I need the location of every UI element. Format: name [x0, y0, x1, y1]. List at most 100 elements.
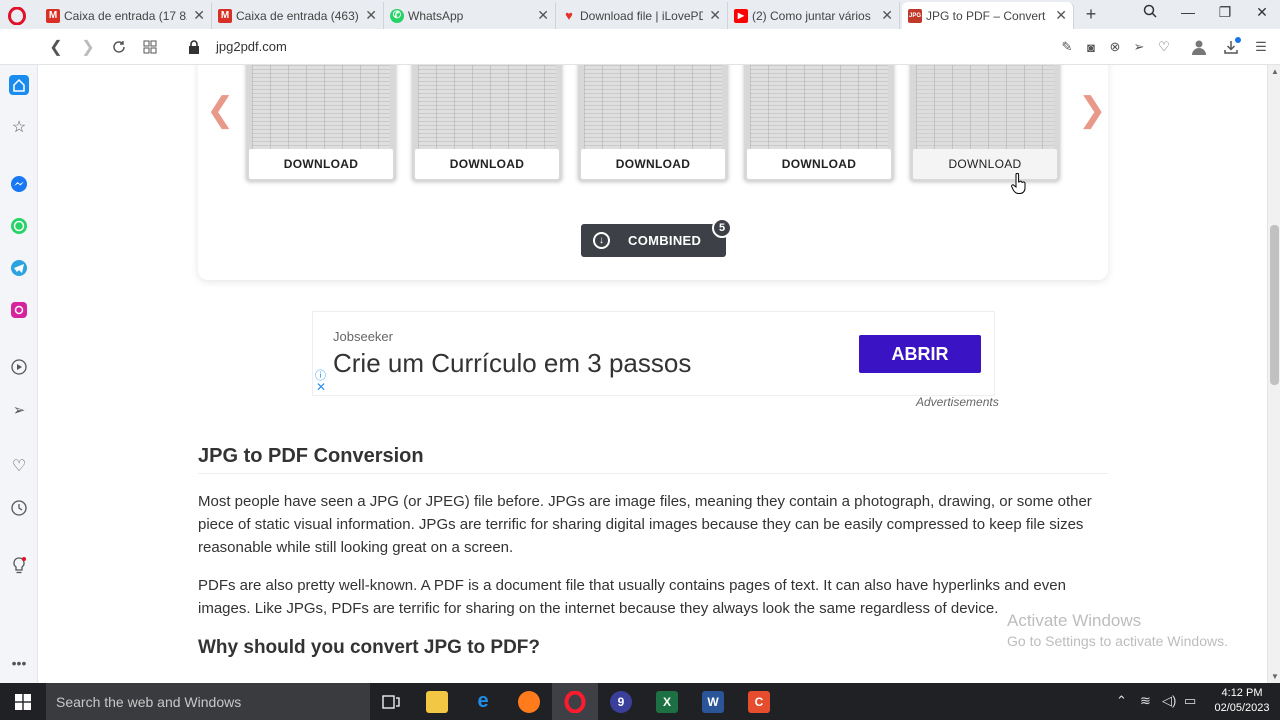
- ad-headline[interactable]: Crie um Currículo em 3 passos: [333, 348, 691, 379]
- ad-close-icon[interactable]: ✕: [316, 380, 326, 394]
- taskbar-search[interactable]: Search the web and Windows: [46, 683, 370, 720]
- thumbnail-1: ✕ DOWNLOAD: [246, 65, 396, 181]
- scroll-down-icon[interactable]: ▼: [1271, 672, 1279, 681]
- back-button[interactable]: ❮: [46, 37, 66, 57]
- opera-menu-button[interactable]: [6, 5, 28, 27]
- scroll-thumb[interactable]: [1270, 225, 1279, 385]
- opera-logo-icon: [8, 7, 26, 25]
- bookmarks-heart-icon[interactable]: ♡: [9, 456, 29, 476]
- page-content: ❮ ❯ ✕ DOWNLOAD ✕ DOWNLOAD ✕ DOWNLOAD ✕ D…: [38, 65, 1267, 683]
- close-tab-icon[interactable]: ✕: [537, 7, 549, 24]
- profile-icon[interactable]: [1190, 38, 1208, 56]
- ilovepdf-icon: ♥: [565, 8, 573, 23]
- close-tab-icon[interactable]: ✕: [881, 7, 893, 24]
- scroll-up-icon[interactable]: ▲: [1271, 67, 1279, 76]
- forward-button[interactable]: ❯: [78, 37, 98, 57]
- edit-icon[interactable]: ✎: [1058, 38, 1076, 56]
- ad-open-button[interactable]: ABRIR: [859, 335, 981, 373]
- minimize-button[interactable]: —: [1178, 4, 1198, 20]
- ad-label: Advertisements: [916, 395, 999, 409]
- network-icon[interactable]: ≋: [1140, 693, 1151, 709]
- excel-icon[interactable]: X: [644, 683, 690, 720]
- restore-button[interactable]: ❐: [1215, 4, 1235, 21]
- heart-icon[interactable]: ♡: [1155, 38, 1173, 56]
- screen-recorder-icon[interactable]: C: [736, 683, 782, 720]
- close-tab-icon[interactable]: ✕: [365, 7, 377, 24]
- send-icon[interactable]: ➢: [1130, 38, 1148, 56]
- next-arrow-icon[interactable]: ❯: [1078, 90, 1107, 130]
- word-icon[interactable]: W: [690, 683, 736, 720]
- close-tab-icon[interactable]: ✕: [1055, 7, 1067, 24]
- file-explorer-icon[interactable]: [414, 683, 460, 720]
- reload-icon: [113, 41, 125, 53]
- star-icon[interactable]: ☆: [9, 117, 29, 137]
- start-button[interactable]: [0, 683, 46, 720]
- combined-button[interactable]: ↓ COMBINED: [581, 224, 726, 257]
- more-icon[interactable]: •••: [9, 653, 29, 673]
- notifications-icon[interactable]: ▭: [1184, 693, 1196, 709]
- easy-setup-icon[interactable]: ☰: [1252, 38, 1270, 56]
- speed-dial-button[interactable]: [140, 37, 160, 57]
- app-9-icon[interactable]: 9: [598, 683, 644, 720]
- url-field[interactable]: jpg2pdf.com: [216, 39, 287, 54]
- history-icon[interactable]: [9, 498, 29, 518]
- download-button[interactable]: DOWNLOAD: [747, 149, 891, 179]
- activate-windows-subtitle: Go to Settings to activate Windows.: [1007, 633, 1228, 649]
- tab-gmail-1[interactable]: M Caixa de entrada (17 82… ✕: [40, 2, 212, 29]
- home-icon[interactable]: [9, 75, 29, 95]
- edge-icon[interactable]: e: [460, 683, 506, 720]
- tab-gmail-2[interactable]: M Caixa de entrada (463) - ✕: [212, 2, 384, 29]
- messenger-icon[interactable]: [9, 174, 29, 194]
- opera-sidebar: ☆ ➢ ♡ •••: [0, 65, 38, 683]
- ad-brand: Jobseeker: [333, 329, 393, 344]
- firefox-icon[interactable]: [506, 683, 552, 720]
- new-tab-button[interactable]: +: [1081, 4, 1101, 25]
- address-bar: ❮ ❯ jpg2pdf.com ✎ ◙ ⊗ ➢ ♡ ☰: [0, 29, 1280, 65]
- combined-count-badge: 5: [712, 218, 732, 238]
- gmail-icon: M: [218, 8, 232, 23]
- tips-bulb-icon[interactable]: [9, 556, 29, 576]
- flow-icon[interactable]: ➢: [9, 400, 29, 420]
- tab-youtube[interactable]: ▶ (2) Como juntar vários PD ✕: [728, 2, 900, 29]
- download-button[interactable]: DOWNLOAD: [913, 149, 1057, 179]
- close-tab-icon[interactable]: ✕: [193, 7, 205, 24]
- search-tabs-icon[interactable]: [1140, 4, 1160, 21]
- section-heading: JPG to PDF Conversion: [198, 445, 424, 467]
- prev-arrow-icon[interactable]: ❮: [206, 90, 235, 130]
- divider: [198, 473, 1108, 474]
- tray-chevron-icon[interactable]: ⌃: [1116, 693, 1127, 709]
- tab-jpg2pdf[interactable]: JPG JPG to PDF – Convert JPG ✕: [902, 2, 1074, 29]
- opera-taskbar-icon[interactable]: [552, 683, 598, 720]
- clock[interactable]: 4:12 PM 02/05/2023: [1208, 686, 1276, 716]
- paragraph-1: Most people have seen a JPG (or JPEG) fi…: [198, 493, 1092, 556]
- task-view-icon[interactable]: [368, 683, 414, 720]
- tab-ilovepdf[interactable]: ♥ Download file | iLovePDF ✕: [556, 2, 728, 29]
- tab-whatsapp[interactable]: ✆ WhatsApp ✕: [384, 2, 556, 29]
- download-button[interactable]: DOWNLOAD: [415, 149, 559, 179]
- whatsapp-icon[interactable]: [9, 216, 29, 236]
- windows-taskbar: Search the web and Windows e 9 X W C ⌃ ≋…: [0, 683, 1280, 720]
- lock-icon[interactable]: [184, 37, 204, 57]
- reload-button[interactable]: [109, 37, 129, 57]
- close-window-button[interactable]: ✕: [1252, 4, 1272, 21]
- download-button[interactable]: DOWNLOAD: [249, 149, 393, 179]
- converter-card: ❮ ❯ ✕ DOWNLOAD ✕ DOWNLOAD ✕ DOWNLOAD ✕ D…: [198, 65, 1108, 280]
- download-badge: [1235, 37, 1241, 43]
- jpg2pdf-icon: JPG: [908, 8, 922, 23]
- downloads-icon[interactable]: [1222, 37, 1241, 56]
- player-icon[interactable]: [9, 357, 29, 377]
- instagram-icon[interactable]: [9, 300, 29, 320]
- activate-windows-title: Activate Windows: [1007, 611, 1142, 630]
- advertisement-banner[interactable]: Jobseeker Crie um Currículo em 3 passos …: [312, 311, 995, 396]
- telegram-icon[interactable]: [9, 258, 29, 278]
- close-tab-icon[interactable]: ✕: [709, 7, 721, 24]
- tab-bar: M Caixa de entrada (17 82… ✕ M Caixa de …: [0, 0, 1280, 29]
- block-ads-icon[interactable]: ⊗: [1106, 38, 1124, 56]
- page-scrollbar[interactable]: ▲ ▼: [1267, 65, 1280, 683]
- download-button[interactable]: DOWNLOAD: [581, 149, 725, 179]
- thumbnail-4: ✕ DOWNLOAD: [744, 65, 894, 181]
- hand-cursor-icon: [1011, 173, 1026, 194]
- camera-icon[interactable]: ◙: [1082, 38, 1100, 56]
- gmail-icon: M: [46, 8, 60, 23]
- volume-icon[interactable]: ◁): [1162, 693, 1176, 709]
